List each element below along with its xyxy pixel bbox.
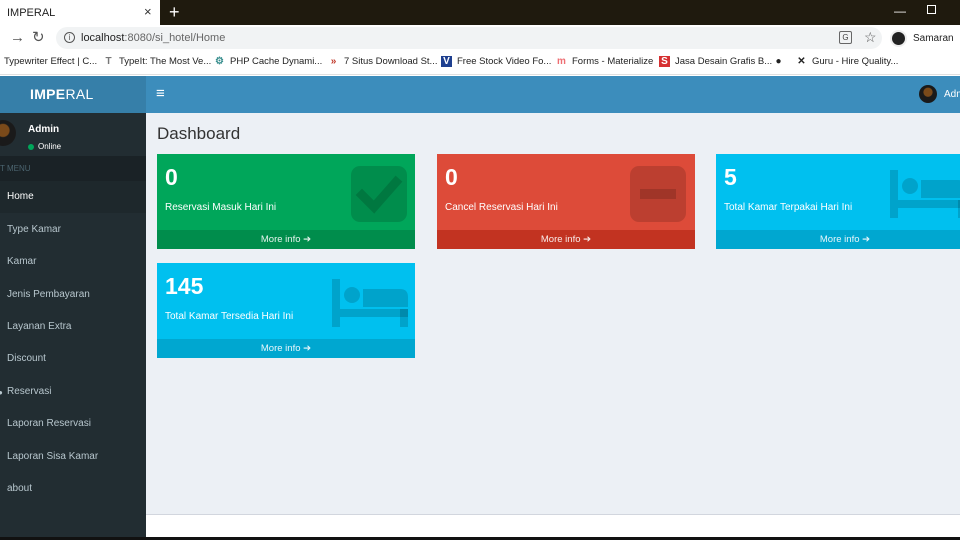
browser-tab[interactable]: IMPERAL × — [0, 0, 160, 25]
more-info-link[interactable]: More info ➔ — [157, 339, 415, 358]
sidebar-item-discount[interactable]: Discount — [0, 343, 146, 375]
globe-icon: ● — [775, 56, 782, 67]
bed-icon — [332, 279, 408, 327]
status-badge: Online — [28, 142, 61, 151]
more-info-link[interactable]: More info ➔ — [157, 230, 415, 249]
bookmark-item[interactable]: Typewriter Effect | C... — [4, 56, 97, 67]
avatar — [919, 85, 937, 103]
bullet-icon: ● — [0, 388, 3, 397]
stat-box-kamar-tersedia: 145 Total Kamar Tersedia Hari Ini More i… — [157, 263, 415, 358]
sidebar-item-home[interactable]: Home — [0, 181, 146, 213]
window-minimize-icon[interactable]: — — [894, 4, 906, 18]
check-square-icon — [351, 166, 407, 222]
sidebar-item-reservasi[interactable]: ● Reservasi — [0, 376, 146, 408]
user-menu[interactable]: Adm — [919, 85, 960, 103]
bookmark-item[interactable]: » 7 Situs Download St... — [328, 56, 438, 67]
bookmarks-bar: Typewriter Effect | C... T TypeIt: The Mo… — [0, 51, 960, 75]
bookmark-item[interactable]: ✕ Guru - Hire Quality... — [796, 56, 898, 67]
url-input[interactable]: i localhost:8080/si_hotel/Home G ☆ — [56, 27, 882, 49]
menu-header: T MENU — [0, 156, 146, 181]
more-info-link[interactable]: More info ➔ — [716, 230, 960, 249]
reload-icon[interactable]: ↻ — [32, 28, 45, 46]
sidebar: Admin Online T MENU Home Type Kamar Kama… — [0, 113, 146, 540]
menu-toggle-icon[interactable]: ≡ — [156, 85, 165, 102]
user-menu-name: Adm — [944, 88, 960, 100]
s-logo-icon: S — [659, 56, 670, 67]
profile-name: Samaran — [913, 32, 954, 44]
v-logo-icon: V — [441, 56, 452, 67]
bed-icon — [890, 170, 960, 218]
bookmark-star-icon[interactable]: ☆ — [864, 29, 877, 46]
arrow-circle-right-icon: ➔ — [862, 234, 871, 245]
sidebar-item-laporan-sisa-kamar[interactable]: Laporan Sisa Kamar — [0, 441, 146, 473]
stat-label: Reservasi Masuk Hari Ini — [165, 202, 277, 213]
stat-label: Total Kamar Terpakai Hari Ini — [724, 202, 853, 213]
sidebar-item-kamar[interactable]: Kamar — [0, 246, 146, 278]
arrow-circle-right-icon: ➔ — [583, 234, 592, 245]
brand-logo[interactable]: IMPERAL — [0, 76, 146, 113]
minus-square-icon — [630, 166, 686, 222]
window-restore-icon[interactable] — [927, 5, 936, 14]
app-header: IMPERAL ≡ Adm — [0, 76, 960, 113]
tab-title: IMPERAL — [7, 6, 56, 19]
chevrons-icon: » — [330, 56, 337, 67]
gear-icon: ⚙ — [215, 56, 224, 67]
page-title: Dashboard — [157, 124, 241, 143]
sidebar-item-about[interactable]: about — [0, 473, 146, 505]
more-info-link[interactable]: More info ➔ — [437, 230, 695, 249]
arrow-circle-right-icon: ➔ — [303, 343, 312, 354]
sidebar-item-laporan-reservasi[interactable]: Laporan Reservasi — [0, 408, 146, 440]
user-panel: Admin Online — [0, 113, 146, 156]
avatar — [0, 120, 16, 146]
arrow-circle-right-icon: ➔ — [303, 234, 312, 245]
address-bar-row: → ↻ i localhost:8080/si_hotel/Home G ☆ S… — [0, 25, 960, 51]
url-text: localhost:8080/si_hotel/Home — [81, 32, 226, 44]
stat-number: 0 — [445, 164, 458, 190]
bookmark-item[interactable]: m Forms - Materialize — [556, 56, 653, 67]
typeit-icon: T — [105, 56, 112, 67]
back-arrow-icon[interactable]: → — [10, 29, 25, 46]
bookmark-item[interactable]: ⚙ PHP Cache Dynami... — [214, 56, 322, 67]
stat-box-cancel-reservasi: 0 Cancel Reservasi Hari Ini More info ➔ — [437, 154, 695, 249]
stat-number: 5 — [724, 164, 737, 190]
stat-label: Cancel Reservasi Hari Ini — [445, 202, 558, 213]
stat-box-kamar-terpakai: 5 Total Kamar Terpakai Hari Ini More inf… — [716, 154, 960, 249]
translate-icon[interactable]: G — [839, 31, 852, 44]
stat-number: 145 — [165, 273, 204, 299]
bookmark-item[interactable]: T TypeIt: The Most Ve... — [103, 56, 211, 67]
tab-close-icon[interactable]: × — [144, 5, 152, 19]
new-tab-button[interactable]: + — [169, 2, 180, 22]
sidebar-item-layanan-extra[interactable]: Layanan Extra — [0, 311, 146, 343]
bookmark-item[interactable]: V Free Stock Video Fo... — [441, 56, 551, 67]
sidebar-user-name: Admin — [28, 124, 60, 135]
materialize-icon: m — [557, 56, 566, 67]
site-info-icon[interactable]: i — [64, 32, 75, 43]
guru-icon: ✕ — [797, 56, 806, 67]
browser-tab-bar: IMPERAL × + — — [0, 0, 960, 25]
stat-box-reservasi-masuk: 0 Reservasi Masuk Hari Ini More info ➔ — [157, 154, 415, 249]
stat-number: 0 — [165, 164, 178, 190]
sidebar-item-type-kamar[interactable]: Type Kamar — [0, 214, 146, 246]
profile-button[interactable]: Samaran — [890, 27, 954, 49]
profile-avatar — [890, 29, 907, 47]
main-content: Dashboard 0 Reservasi Masuk Hari Ini Mor… — [146, 113, 960, 514]
bookmark-item[interactable]: ● — [773, 56, 789, 67]
bookmark-item[interactable]: S Jasa Desain Grafis B... — [659, 56, 772, 67]
online-dot-icon — [28, 143, 34, 150]
stat-label: Total Kamar Tersedia Hari Ini — [165, 311, 294, 322]
sidebar-item-jenis-pembayaran[interactable]: Jenis Pembayaran — [0, 279, 146, 311]
